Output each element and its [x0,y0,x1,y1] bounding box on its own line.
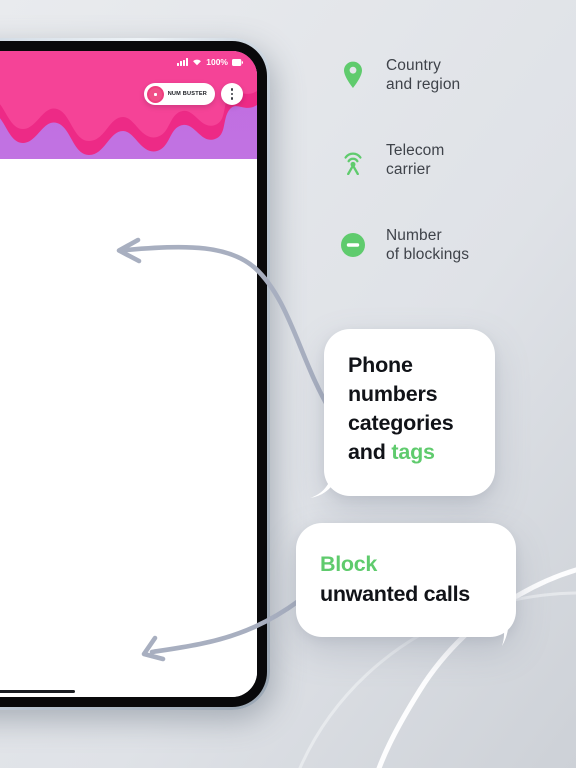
home-indicator [0,690,75,693]
feature-blockings-line1: Number [386,227,442,244]
feature-blockings-line2: of blockings [386,245,470,263]
brand-name-line1: NUM [167,90,182,97]
brand-badge[interactable]: NUM BUSTER [143,83,215,105]
signal-tower-icon [336,141,370,179]
brand-name: NUM BUSTER [168,91,207,97]
feature-label-country: Country and region [386,56,460,94]
callout-tags-line2: numbers [348,382,438,406]
contact-header: Delivery +•-•••-••• • AT&T 11 ! Unwelcom… [0,248,257,322]
location-pin-icon [336,56,370,94]
contact-chip-row: 11 ! Unwelcome calls [0,282,257,298]
contact-category-row: Confectioner 20 ▼ [0,305,257,322]
feature-label-carrier: Telecom carrier [386,141,444,179]
feature-label-blockings: Number of blockings [386,226,469,264]
feature-item-carrier: Telecom carrier [336,141,566,197]
battery-icon [232,58,243,66]
feature-item-country: Country and region [336,56,566,112]
callout-card-block: Block unwanted calls [296,523,516,637]
feature-list: Country and region Telecom carrier Numbe… [336,56,566,311]
callout-tags-line4-accent: tags [391,440,435,464]
callout-tags-line4: and tags [348,438,495,467]
feature-carrier-line1: Telecom [386,142,445,159]
feature-country-line2: and region [386,75,461,93]
feature-country-line1: Country [386,57,441,74]
signal-bars-icon [177,58,189,66]
app-screen: 100% NUM BUSTER [0,51,257,697]
tablet-screen: 100% NUM BUSTER [0,51,257,697]
callout-tags-line3: categories [348,411,454,435]
status-bar: 100% [177,57,243,67]
pink-drip-graphic [0,51,257,155]
callout-block-line2: unwanted calls [320,582,470,606]
block-minus-icon [336,226,370,264]
contact-subtitle: +•-•••-••• • AT&T [0,265,257,274]
tablet-device: 100% NUM BUSTER [0,38,270,710]
donut-logo-icon [146,85,164,103]
callout-tags-line4-plain: and [348,440,392,464]
feature-carrier-line2: carrier [386,160,431,178]
profile-banner [0,51,257,159]
brand-name-line2: BUSTER [182,90,207,97]
promo-screenshot: Country and region Telecom carrier Numbe… [0,0,576,768]
callout-block-text: Block unwanted calls [320,549,516,609]
feature-item-blockings: Number of blockings [336,226,566,282]
callout-block-line1: Block [320,552,378,576]
callout-tags-line1: Phone [348,353,413,377]
battery-percent-label: 100% [206,57,228,67]
kebab-menu-icon[interactable] [221,83,243,105]
contact-name: Delivery [0,248,257,262]
callout-tags-text: Phone numbers categories and tags [348,351,495,467]
wifi-icon [193,59,202,66]
callout-card-tags: Phone numbers categories and tags [324,329,495,496]
